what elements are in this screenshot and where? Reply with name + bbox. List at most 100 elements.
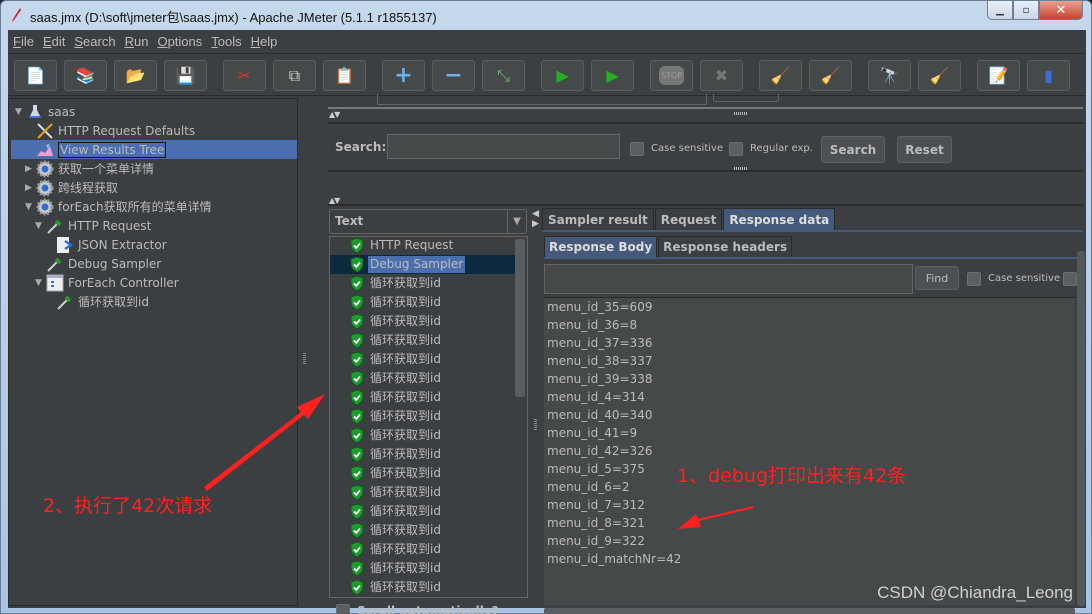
menu-edit[interactable]: Edit <box>43 34 65 49</box>
main-split-divider[interactable] <box>300 98 310 606</box>
expanded-toggle-icon[interactable]: ▼ <box>35 221 46 231</box>
collapse-arrows-icon[interactable]: ▲▼ <box>329 110 340 119</box>
new-button[interactable]: 📄 <box>14 60 57 91</box>
result-item[interactable]: 循环获取到id <box>330 578 515 597</box>
tree-node[interactable]: Debug Sampler <box>35 254 161 273</box>
result-item[interactable]: 循环获取到id <box>330 407 515 426</box>
result-item[interactable]: 循环获取到id <box>330 521 515 540</box>
response-line: menu_id_4=314 <box>547 390 645 404</box>
find-regex-checkbox[interactable] <box>1063 272 1077 286</box>
case-sensitive-checkbox[interactable] <box>630 142 644 156</box>
response-horizontal-scrollbar[interactable] <box>544 608 1075 614</box>
subtab-response-headers[interactable]: Response headers <box>658 236 793 257</box>
close-button[interactable]: ✕ <box>1039 1 1083 20</box>
cut-button[interactable]: ✂ <box>223 60 266 91</box>
tree-node[interactable]: ▶ 跨线程获取 <box>25 178 118 197</box>
start-button[interactable]: ▶ <box>541 60 584 91</box>
start-no-pauses-button[interactable]: ▶ <box>591 60 634 91</box>
paste-button[interactable]: 📋 <box>323 60 366 91</box>
result-item[interactable]: 循环获取到id <box>330 559 515 578</box>
minimize-button[interactable]: ▁ <box>987 1 1013 20</box>
scroll-automatically-checkbox[interactable] <box>336 604 350 614</box>
clear-button[interactable]: 🧹 <box>759 60 802 91</box>
reset-button[interactable]: Reset <box>897 136 952 163</box>
tab-sampler-result[interactable]: Sampler result <box>542 208 654 230</box>
open-button[interactable]: 📂 <box>114 60 157 91</box>
menu-help[interactable]: Help <box>251 34 278 49</box>
search-input[interactable] <box>387 134 620 159</box>
result-item[interactable]: 循环获取到id <box>330 388 515 407</box>
tree-node[interactable]: JSON Extractor <box>45 235 167 254</box>
response-vertical-scrollbar[interactable] <box>1077 251 1085 606</box>
copy-button[interactable]: ⧉ <box>273 60 316 91</box>
shutdown-button[interactable]: ✖ <box>700 60 743 91</box>
renderer-select[interactable]: Text ▼ <box>329 209 527 234</box>
help-button[interactable]: ▮ <box>1027 60 1070 91</box>
expanded-toggle-icon[interactable]: ▼ <box>35 278 46 288</box>
tree-node[interactable]: ▼ forEach获取所有的菜单详情 <box>25 197 212 216</box>
result-item[interactable]: HTTP Request <box>330 237 515 255</box>
tree-node[interactable]: ▼ saas <box>15 102 75 121</box>
result-item[interactable]: 循环获取到id <box>330 350 515 369</box>
menu-file[interactable]: File <box>13 34 34 49</box>
expanded-toggle-icon[interactable]: ▼ <box>15 107 26 117</box>
chevron-down-icon[interactable]: ▼ <box>507 210 526 233</box>
collapse-button[interactable]: − <box>432 60 475 91</box>
find-input[interactable] <box>544 264 913 294</box>
split-grip-icon[interactable] <box>734 112 748 115</box>
response-body[interactable]: menu_id_35=609 menu_id_36=8 menu_id_37=336… <box>544 297 1075 605</box>
expanded-toggle-icon[interactable]: ▼ <box>25 202 36 212</box>
split-grip-icon[interactable] <box>734 167 748 170</box>
tab-response-data[interactable]: Response data <box>723 208 836 230</box>
result-item[interactable]: 循环获取到id <box>330 274 515 293</box>
result-item[interactable]: 循环获取到id <box>330 312 515 331</box>
result-item[interactable]: 循环获取到id <box>330 293 515 312</box>
menu-options[interactable]: Options <box>157 34 202 49</box>
stop-button[interactable]: STOP <box>650 60 693 91</box>
menu-run[interactable]: Run <box>125 34 149 49</box>
result-item[interactable]: 循环获取到id <box>330 597 515 598</box>
pipette-icon <box>46 217 64 235</box>
tree-node[interactable]: View Results Tree <box>11 140 297 159</box>
save-button[interactable]: 💾 <box>164 60 207 91</box>
templates-button[interactable]: 📚 <box>64 60 107 91</box>
collapsed-toggle-icon[interactable]: ▶ <box>25 183 36 193</box>
tree-node-label: Debug Sampler <box>68 256 162 271</box>
subtab-response-body[interactable]: Response Body <box>544 236 658 257</box>
results-scrollbar[interactable] <box>515 239 525 397</box>
menu-search[interactable]: Search <box>74 34 115 49</box>
results-split-divider[interactable]: ◀ ▶ <box>531 209 541 614</box>
collapsed-toggle-icon[interactable]: ▶ <box>25 164 36 174</box>
search-button[interactable]: 🔭 <box>868 60 911 91</box>
reset-search-button[interactable]: 🧹 <box>918 60 961 91</box>
tree-node[interactable]: ▼ ForEach Controller <box>35 273 179 292</box>
tree-node[interactable]: ▶ 获取一个菜单详情 <box>25 159 154 178</box>
expand-button[interactable]: + <box>382 60 425 91</box>
find-case-sensitive-checkbox[interactable] <box>967 272 981 286</box>
result-item[interactable]: 循环获取到id <box>330 331 515 350</box>
divider-grip[interactable] <box>534 419 537 431</box>
tree-node[interactable]: HTTP Request Defaults <box>25 121 195 140</box>
tree-node[interactable]: 循环获取到id <box>45 292 149 311</box>
result-item[interactable]: 循环获取到id <box>330 369 515 388</box>
toggle-button[interactable]: ⤡ <box>482 60 525 91</box>
menu-tools[interactable]: Tools <box>211 34 241 49</box>
clear-all-button[interactable]: 🧹 <box>809 60 852 91</box>
split-arrows-icon[interactable]: ◀ ▶ <box>532 209 539 229</box>
result-item[interactable]: 循环获取到id <box>330 464 515 483</box>
find-button[interactable]: Find <box>915 266 959 290</box>
result-item[interactable]: 循环获取到id <box>330 426 515 445</box>
maximize-button[interactable]: ▫ <box>1013 1 1039 20</box>
tab-request[interactable]: Request <box>654 208 723 230</box>
result-item[interactable]: 循环获取到id <box>330 445 515 464</box>
search-button[interactable]: Search <box>821 136 885 163</box>
result-item[interactable]: 循环获取到id <box>330 540 515 559</box>
regular-exp-checkbox[interactable] <box>729 142 743 156</box>
renderer-selected: Text <box>335 214 364 228</box>
divider-grip[interactable] <box>303 353 306 365</box>
result-item[interactable]: 循环获取到id <box>330 502 515 521</box>
result-item[interactable]: Debug Sampler <box>330 255 515 274</box>
function-helper-button[interactable]: 📝 <box>977 60 1020 91</box>
tree-node[interactable]: ▼ HTTP Request <box>35 216 151 235</box>
result-item[interactable]: 循环获取到id <box>330 483 515 502</box>
